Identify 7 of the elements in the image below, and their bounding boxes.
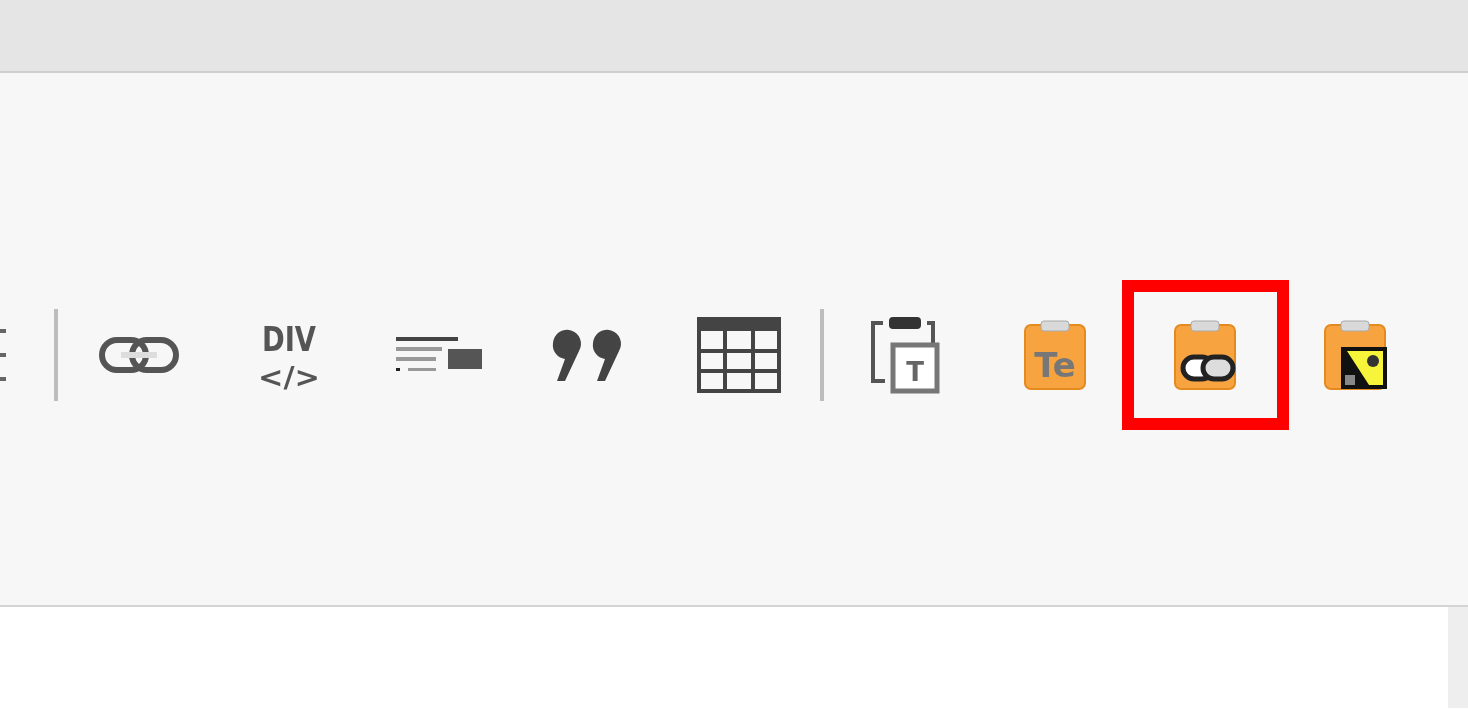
highlighted-toolbar-button[interactable] [1121,280,1289,430]
scrollbar[interactable] [1448,607,1468,708]
toolbar-button[interactable]: T [845,295,965,415]
table-icon [697,317,781,393]
link-icon [99,335,179,375]
div-code-icon: DIV </> [254,317,324,393]
toolbar-button[interactable]: DIV </> [229,295,349,415]
